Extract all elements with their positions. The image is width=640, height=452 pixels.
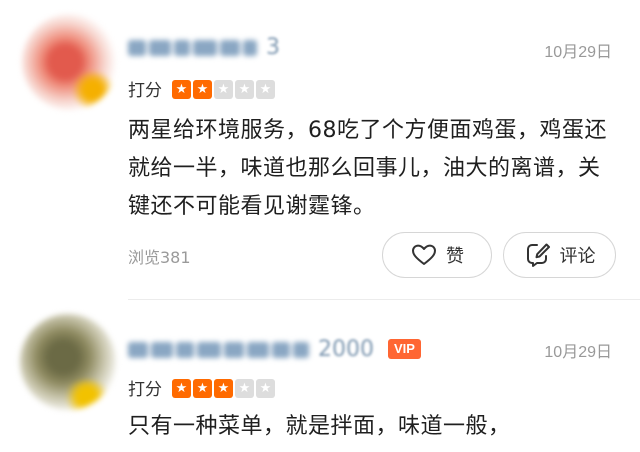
comment-button[interactable]: 评论 [503, 232, 616, 278]
review-card: 3 10月29日 打分 ★ ★ ★ ★ ★ 两星给环境服务，68吃了个方便面鸡蛋，鸡蛋还… [0, 0, 640, 300]
star-icon: ★ [256, 80, 275, 99]
heart-icon [410, 241, 438, 269]
star-icon: ★ [235, 379, 254, 398]
star-icon: ★ [214, 80, 233, 99]
vip-badge: VIP [388, 339, 421, 359]
rating-label: 打分 [128, 81, 162, 101]
username-visible-fragment: 2000 [318, 336, 374, 362]
like-label: 赞 [446, 246, 464, 267]
username[interactable]: 3 [128, 32, 280, 62]
review-date: 10月29日 [544, 44, 612, 61]
review-date: 10月29日 [544, 344, 612, 361]
star-icon: ★ [193, 379, 212, 398]
edit-comment-icon [524, 241, 552, 269]
star-icon: ★ [193, 80, 212, 99]
view-count: 浏览381 [128, 248, 191, 267]
rating: 打分 ★ ★ ★ ★ ★ [128, 375, 277, 400]
avatar[interactable] [20, 314, 116, 410]
star-icon: ★ [172, 80, 191, 99]
comment-label: 评论 [559, 246, 596, 267]
star-icon: ★ [235, 80, 254, 99]
rating: 打分 ★ ★ ★ ★ ★ [128, 76, 277, 101]
avatar[interactable] [22, 14, 118, 110]
star-rating: ★ ★ ★ ★ ★ [172, 78, 277, 99]
star-icon: ★ [172, 379, 191, 398]
rating-label: 打分 [128, 380, 162, 400]
username-blurred [128, 335, 312, 363]
star-rating: ★ ★ ★ ★ ★ [172, 377, 277, 398]
username-visible-fragment: 3 [266, 34, 280, 60]
username-blurred [128, 33, 260, 61]
review-text: 两星给环境服务，68吃了个方便面鸡蛋，鸡蛋还就给一半，味道也那么回事儿，油大的离… [128, 118, 607, 219]
star-icon: ★ [214, 379, 233, 398]
review-card: 2000 VIP 10月29日 打分 ★ ★ ★ ★ ★ 只有一种菜单，就是拌面，味道一… [0, 300, 640, 452]
review-text: 只有一种菜单，就是拌面，味道一般， [128, 414, 511, 439]
username[interactable]: 2000 VIP [128, 334, 421, 364]
star-icon: ★ [256, 379, 275, 398]
like-button[interactable]: 赞 [382, 232, 492, 278]
